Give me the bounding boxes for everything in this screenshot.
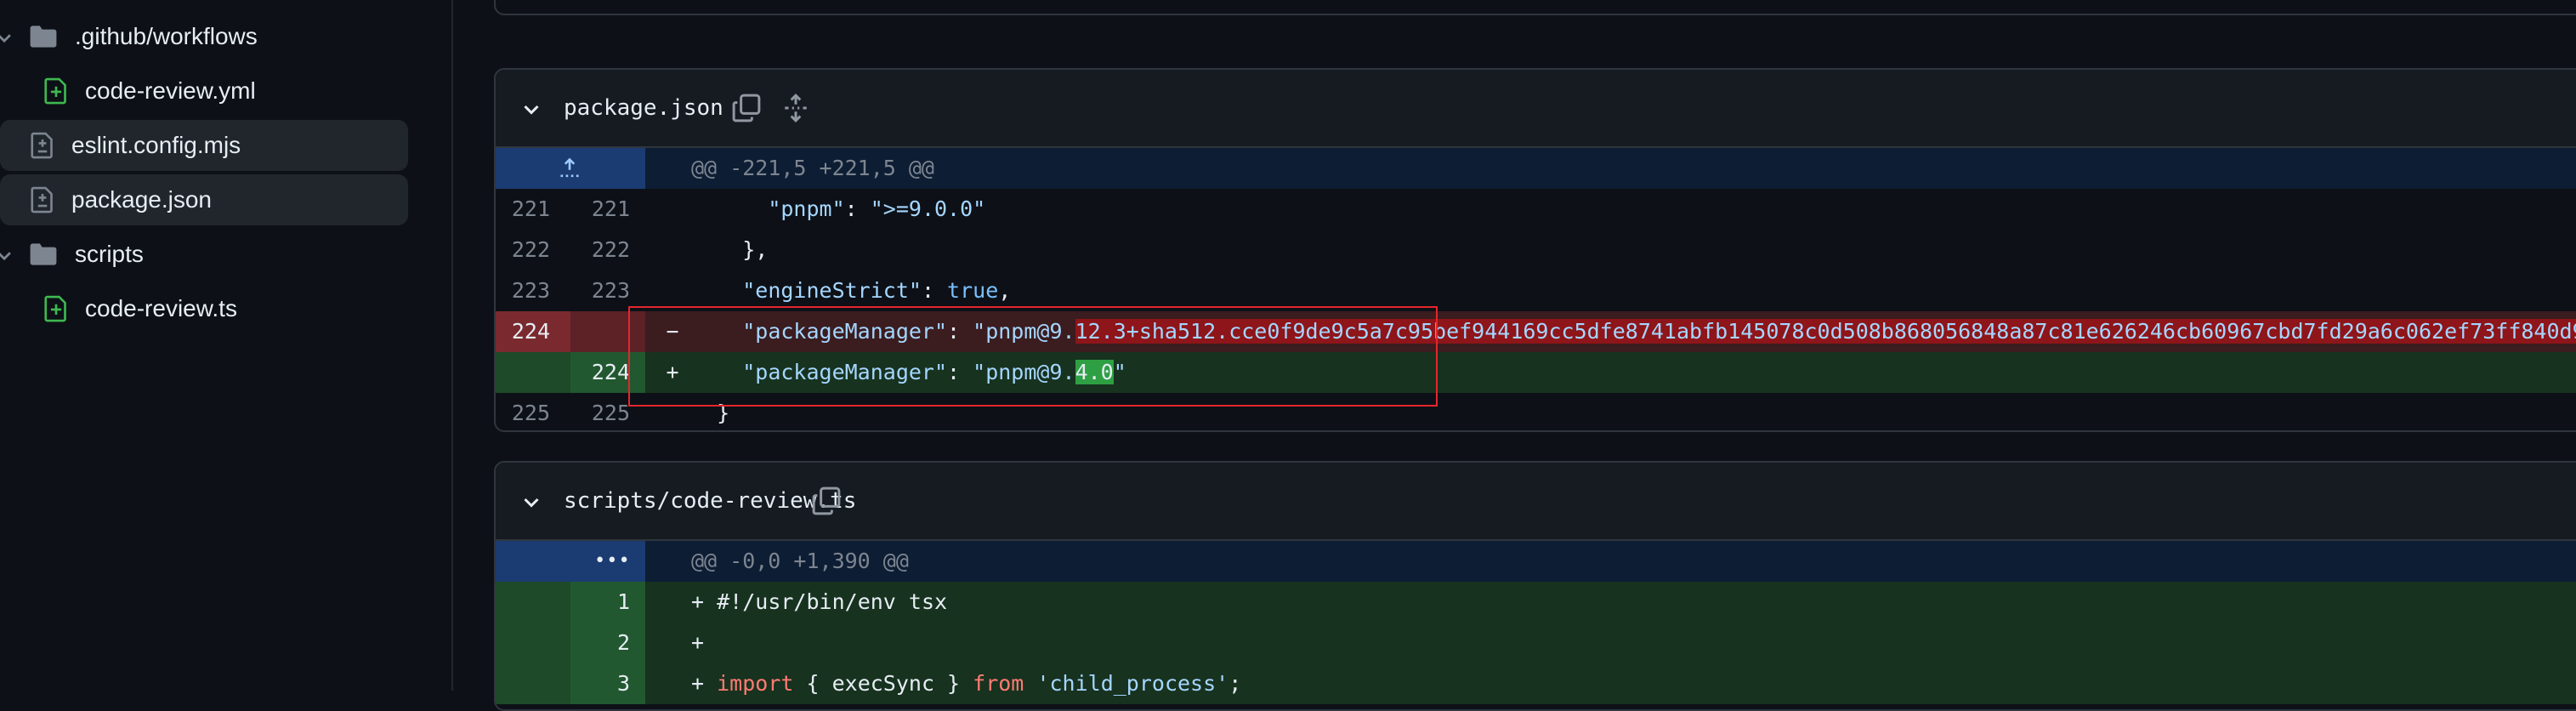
folder-icon	[30, 26, 57, 48]
deletion-sign: −	[666, 319, 679, 344]
code-line: "pnpm": ">=9.0.0"	[768, 196, 986, 221]
previous-diff-panel-edge	[494, 0, 2576, 15]
code-line: "engineStrict": true,	[742, 278, 1012, 303]
code-line: "packageManager": "pnpm@9.4.0"	[742, 360, 1126, 384]
tree-file-package-json[interactable]: package.json	[0, 174, 408, 225]
tree-item-label: .github/workflows	[75, 23, 258, 49]
expand-all-icon[interactable]	[781, 94, 810, 122]
expand-up-icon	[560, 157, 579, 178]
new-line-number[interactable]: 3	[576, 663, 630, 704]
diff-line: 225 225 }	[496, 393, 2576, 430]
copy-icon[interactable]	[732, 94, 761, 122]
code-line: + #!/usr/bin/env tsx	[691, 589, 948, 614]
new-line-number[interactable]: 224	[576, 352, 630, 393]
hunk-header-text: @@ -0,0 +1,390 @@	[691, 549, 909, 573]
copy-icon[interactable]	[812, 486, 841, 515]
diff-file-header: scripts/code-review.ts	[496, 463, 2576, 541]
new-line-number[interactable]: 1	[576, 582, 630, 623]
tree-item-label: code-review.ts	[85, 295, 237, 321]
code-line: }	[717, 401, 730, 425]
old-line-number[interactable]	[496, 352, 550, 393]
old-line-number[interactable]: 224	[496, 311, 550, 352]
hunk-header-text: @@ -221,5 +221,5 @@	[691, 156, 934, 180]
code-line: "packageManager": "pnpm@9.12.3+sha512.cc…	[691, 311, 2576, 352]
chevron-down-icon[interactable]	[521, 99, 542, 119]
diff-line: 221 221 "pnpm": ">=9.0.0"	[496, 189, 2576, 230]
chevron-down-icon[interactable]	[0, 246, 14, 264]
hunk-header: @@ -221,5 +221,5 @@	[496, 148, 2576, 189]
addition-sign: +	[666, 360, 679, 384]
tree-file-code-review-ts[interactable]: code-review.ts	[34, 283, 442, 334]
hunk-header: ••• @@ -0,0 +1,390 @@	[496, 541, 2576, 582]
chevron-down-icon[interactable]	[0, 28, 14, 47]
file-tree: .github/workflows code-review.yml eslint…	[0, 0, 451, 691]
new-line-number[interactable]: 225	[576, 393, 630, 430]
diff-line-added: 1 + #!/usr/bin/env tsx	[496, 582, 2576, 623]
file-modified-icon	[31, 186, 53, 213]
new-line-number[interactable]: 2	[576, 623, 630, 663]
diff-line-added: 224 + "packageManager": "pnpm@9.4.0"	[496, 352, 2576, 393]
tree-file-eslint-config[interactable]: eslint.config.mjs	[0, 120, 408, 171]
file-modified-icon	[31, 132, 53, 159]
diff-panel-package-json: package.json @@ -221,5 +221,5 @@ 221 221…	[494, 68, 2576, 432]
diff-line: 223 223 "engineStrict": true,	[496, 270, 2576, 311]
tree-item-label: eslint.config.mjs	[71, 132, 241, 158]
diff-line: 222 222 },	[496, 230, 2576, 270]
diff-file-header: package.json	[496, 70, 2576, 148]
file-added-icon	[44, 295, 66, 322]
diff-line-added: 2 +	[496, 623, 2576, 663]
code-line: },	[742, 237, 769, 262]
tree-folder-scripts[interactable]: scripts	[0, 229, 442, 280]
new-line-number[interactable]: 223	[576, 270, 630, 311]
code-line: + import { execSync } from 'child_proces…	[691, 671, 1242, 696]
new-line-number[interactable]	[576, 311, 630, 352]
old-line-number[interactable]: 222	[496, 230, 550, 270]
folder-icon	[30, 243, 57, 265]
old-line-number[interactable]: 223	[496, 270, 550, 311]
tree-folder-github-workflows[interactable]: .github/workflows	[0, 11, 442, 62]
expand-hunk-button[interactable]: •••	[496, 541, 645, 582]
old-line-number[interactable]: 225	[496, 393, 550, 430]
file-added-icon	[44, 77, 66, 105]
diff-line-added: 3 + import { execSync } from 'child_proc…	[496, 663, 2576, 704]
diff-line-deleted: 224 − "packageManager": "pnpm@9.12.3+sha…	[496, 311, 2576, 352]
more-icon: •••	[594, 550, 631, 572]
code-line: +	[691, 630, 705, 655]
tree-item-label: package.json	[71, 186, 213, 213]
tree-item-label: code-review.yml	[85, 77, 256, 104]
new-line-number[interactable]: 221	[576, 189, 630, 230]
tree-item-label: scripts	[75, 241, 144, 267]
diff-view: package.json @@ -221,5 +221,5 @@ 221 221…	[453, 0, 2576, 711]
old-line-number[interactable]: 221	[496, 189, 550, 230]
diff-panel-code-review-ts: scripts/code-review.ts ••• @@ -0,0 +1,39…	[494, 461, 2576, 711]
diff-filename[interactable]: package.json	[564, 70, 723, 146]
tree-file-code-review-yml[interactable]: code-review.yml	[34, 65, 442, 117]
chevron-down-icon[interactable]	[521, 492, 542, 512]
new-line-number[interactable]: 222	[576, 230, 630, 270]
expand-up-button[interactable]	[496, 148, 645, 189]
